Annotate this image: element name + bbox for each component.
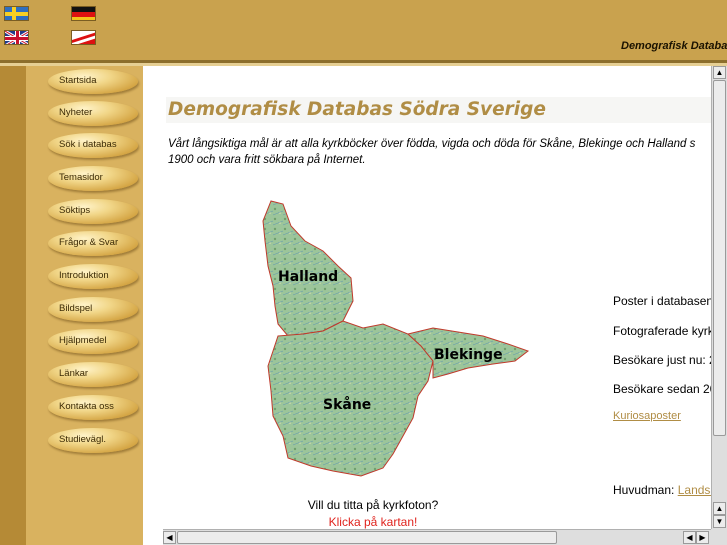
nav-label: Introduktion [59,270,109,281]
nav-label: Studievägl. [59,434,107,445]
stat-photographed: Fotograferade kyrk [613,324,711,338]
scrollbar-gap [143,529,163,545]
vertical-scroll-thumb[interactable] [713,80,726,436]
nav-label: Nyheter [59,107,93,118]
flag-germany-icon[interactable] [71,6,96,21]
map-label-halland: Halland [278,269,338,285]
flag-poland-icon[interactable] [71,30,96,45]
scroll-down-icon[interactable]: ▼ [713,515,726,528]
stat-visitors-now: Besökare just nu: 2 [613,353,711,367]
nav-kontakta-oss[interactable]: Kontakta oss [48,395,138,420]
principal-label: Huvudman: [613,483,675,497]
horizontal-scrollbar[interactable]: ◀ ◀ ▶ [163,529,711,545]
intro-line: Vårt långsiktiga mål är att alla kyrkböc… [168,138,696,150]
nav-sok-i-databas[interactable]: Sök i databas [48,133,138,158]
nav-temasidor[interactable]: Temasidor [48,166,138,191]
nav-label: Bildspel [59,303,93,314]
principal-link[interactable]: Landsa [678,483,711,497]
scroll-left-icon[interactable]: ◀ [163,531,176,544]
curiosa-link[interactable]: Kuriosaposter [613,410,681,422]
nav-bildspel[interactable]: Bildspel [48,297,138,322]
nav-hjalpmedel[interactable]: Hjälpmedel [48,329,138,354]
principal-line: Huvudman: Landsa [613,483,711,497]
nav-startsida[interactable]: Startsida [48,69,138,94]
region-map[interactable]: Halland Blekinge Skåne [243,196,533,481]
map-caption: Vill du titta på kyrkfoton? [307,498,439,512]
nav-label: Hjälpmedel [59,335,107,346]
stat-records: Poster i databasen [613,294,711,308]
scroll-up-icon[interactable]: ▲ [713,502,726,515]
header-title: Demografisk Databas [621,40,727,52]
scroll-right-icon[interactable]: ▶ [696,531,709,544]
map-label-skane: Skåne [323,396,371,413]
flag-sweden-icon[interactable] [4,6,29,21]
map-label-blekinge: Blekinge [434,347,503,363]
nav-label: Startsida [59,75,97,86]
nav-nyheter[interactable]: Nyheter [48,101,138,126]
page-title: Demografisk Databas Södra Sverige [168,99,546,120]
main-content: Demografisk Databas Södra Sverige Vårt l… [143,66,711,529]
header-bar: Demografisk Databas [0,0,727,60]
nav-label: Kontakta oss [59,401,114,412]
nav-label: Sök i databas [59,139,117,150]
sidebar-stripe [0,66,26,545]
page-title-box: Demografisk Databas Södra Sverige [166,97,711,123]
sidebar: Startsida Nyheter Sök i databas Temasido… [0,66,143,545]
intro-text: Vårt långsiktiga mål är att alla kyrkböc… [168,136,711,168]
scrollbar-corner [711,529,727,545]
map-link[interactable]: Klicka på kartan! [293,515,453,529]
vertical-scrollbar[interactable]: ▲ ▲ ▼ [711,66,727,529]
flag-united-kingdom-icon[interactable] [4,30,29,45]
stat-visitors-since: Besökare sedan 20 [613,382,711,396]
page: Demografisk Databas Startsida Nyheter Sö… [0,0,727,545]
nav-label: Temasidor [59,172,103,183]
horizontal-scroll-thumb[interactable] [177,531,557,544]
nav-label: Frågor & Svar [59,237,119,248]
nav-studievagl[interactable]: Studievägl. [48,428,138,453]
nav-lankar[interactable]: Länkar [48,362,138,387]
scroll-up-icon[interactable]: ▲ [713,66,726,79]
nav-introduktion[interactable]: Introduktion [48,264,138,289]
intro-line: 1900 och vara fritt sökbara på Internet. [168,154,366,166]
scroll-left-icon[interactable]: ◀ [683,531,696,544]
nav-soktips[interactable]: Söktips [48,199,138,224]
nav-fragor-svar[interactable]: Frågor & Svar [48,231,138,256]
nav-label: Länkar [59,368,89,379]
nav-label: Söktips [59,205,91,216]
